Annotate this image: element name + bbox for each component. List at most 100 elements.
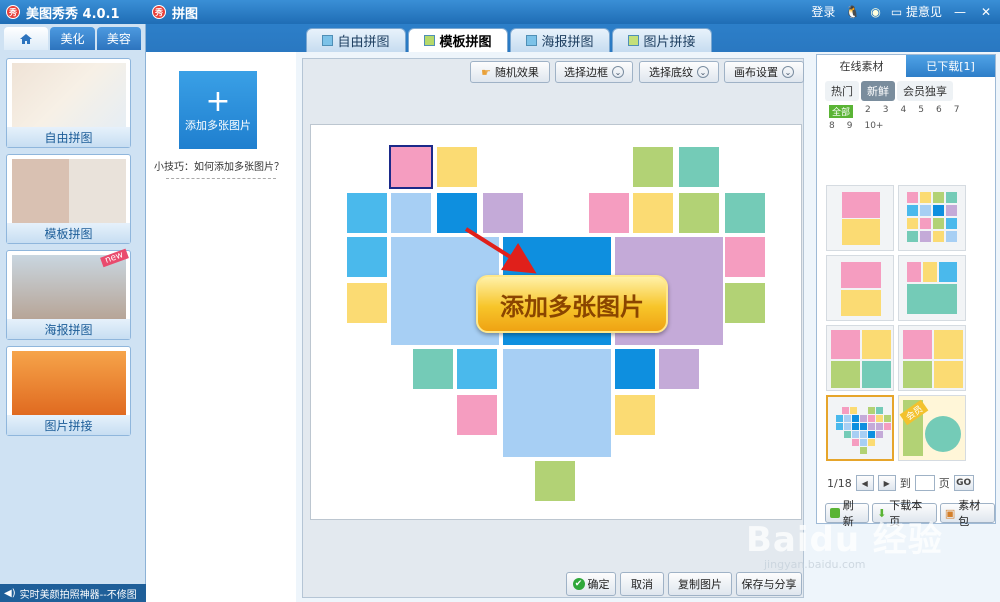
- collage-canvas[interactable]: 添加多张图片: [310, 124, 802, 520]
- mosaic-thumbnail-cell: [907, 205, 918, 216]
- tab-poster-collage[interactable]: 海报拼图: [510, 28, 610, 52]
- template-tile[interactable]: 会员: [898, 395, 966, 461]
- mosaic-thumbnail-cell: [946, 205, 957, 216]
- copy-image-button[interactable]: 复制图片: [668, 572, 732, 596]
- page-indicator: 1/18: [827, 476, 852, 490]
- bottom-actions: ✔ 确定 取消 复制图片 保存与分享: [564, 572, 804, 598]
- mosaic-thumbnail-cell: [920, 218, 931, 229]
- image-stitch-icon: [628, 35, 640, 46]
- heart-thumbnail-cell: [844, 431, 851, 438]
- mosaic-thumbnail-cell: [907, 231, 918, 242]
- free-collage-thumbnail: [12, 63, 126, 127]
- random-effect-button[interactable]: ☛ 随机效果: [470, 61, 550, 83]
- filter-hot[interactable]: 热门: [825, 81, 859, 101]
- confirm-label: 确定: [587, 578, 610, 591]
- chat-icon: ▭: [890, 5, 903, 19]
- tab-label: 图片拼接: [643, 35, 696, 50]
- canvas-settings-dropdown[interactable]: 画布设置 ⌄: [724, 61, 804, 83]
- template-tile[interactable]: [898, 325, 966, 391]
- filter-fresh[interactable]: 新鲜: [861, 81, 895, 101]
- tab-downloaded[interactable]: 已下载[1]: [906, 55, 995, 77]
- add-images-button[interactable]: + 添加多张图片: [179, 71, 257, 149]
- count-filter-item[interactable]: 2: [865, 105, 871, 118]
- page-label: 页: [938, 477, 950, 490]
- qq-icon[interactable]: 🐧: [845, 5, 860, 19]
- heart-thumbnail-cell: [884, 415, 891, 422]
- close-button[interactable]: ✕: [978, 4, 994, 20]
- heart-thumbnail-cell: [868, 431, 875, 438]
- baidu-watermark-url: jingyan.baidu.com: [764, 558, 866, 571]
- tab-image-stitch[interactable]: 图片拼接: [612, 28, 712, 52]
- sidebar-card-poster-collage[interactable]: new 海报拼图: [6, 248, 131, 340]
- mosaic-thumbnail-cell: [907, 192, 918, 203]
- heart-thumbnail-cell: [842, 407, 849, 414]
- tab-online-materials[interactable]: 在线素材: [817, 55, 906, 77]
- select-border-label: 选择边框: [564, 66, 608, 79]
- select-texture-dropdown[interactable]: 选择底纹 ⌄: [639, 61, 719, 83]
- poster-collage-icon: [526, 35, 538, 46]
- template-tile[interactable]: [826, 325, 894, 391]
- filter-vip[interactable]: 会员独享: [897, 81, 953, 101]
- prev-page-button[interactable]: ◀: [855, 475, 874, 491]
- weibo-icon[interactable]: ◉: [870, 5, 880, 19]
- login-link[interactable]: 登录: [811, 3, 835, 20]
- heart-thumbnail-cell: [884, 423, 891, 430]
- heart-thumbnail-cell: [852, 415, 859, 422]
- canvas-settings-label: 画布设置: [734, 66, 778, 79]
- template-tile[interactable]: [826, 255, 894, 321]
- save-share-button[interactable]: 保存与分享: [736, 572, 802, 596]
- count-filter-item[interactable]: 4: [900, 105, 906, 118]
- tip-divider: [166, 178, 276, 179]
- mosaic-thumbnail-cell: [933, 231, 944, 242]
- goto-label: 到: [899, 477, 911, 490]
- select-border-dropdown[interactable]: 选择边框 ⌄: [555, 61, 633, 83]
- cancel-button[interactable]: 取消: [620, 572, 664, 596]
- material-panel: 在线素材 已下载[1] 热门 新鲜 会员独享 全部 2 3 4 5 6 7 8 9 10+: [816, 54, 996, 528]
- count-filter-item[interactable]: 全部: [829, 105, 854, 118]
- template-tile-selected[interactable]: [826, 395, 894, 461]
- count-filter-item[interactable]: 7: [954, 105, 960, 118]
- count-filter-item[interactable]: 5: [918, 105, 924, 118]
- sidebar-card-label: 模板拼图: [7, 223, 130, 243]
- go-button[interactable]: GO: [953, 475, 974, 491]
- heart-thumbnail-cell: [876, 423, 883, 430]
- sidebar-tab-beautify[interactable]: 美化: [50, 27, 95, 50]
- meitu-logo-icon: 秀: [152, 5, 166, 19]
- sidebar-card-image-stitch[interactable]: 图片拼接: [6, 346, 131, 436]
- sidebar-card-free-collage[interactable]: 自由拼图: [6, 58, 131, 148]
- minimize-button[interactable]: —: [952, 4, 968, 20]
- meitu-logo-icon: 秀: [6, 5, 20, 19]
- count-filter-item[interactable]: 10+: [864, 121, 883, 131]
- page-number-input[interactable]: [914, 475, 935, 491]
- next-page-button[interactable]: ▶: [877, 475, 896, 491]
- template-tile[interactable]: [898, 255, 966, 321]
- tab-template-collage[interactable]: 模板拼图: [408, 28, 508, 52]
- select-texture-label: 选择底纹: [649, 66, 693, 79]
- sidebar-tab-home[interactable]: [4, 27, 49, 50]
- template-tile[interactable]: [898, 185, 966, 251]
- sidebar-status-bar[interactable]: ◀) 实时美颜拍照神器--不修图: [0, 584, 146, 602]
- app-titlebar: 秀 美图秀秀 4.0.1: [0, 0, 146, 24]
- heart-thumbnail-cell: [844, 423, 851, 430]
- template-tile[interactable]: [826, 185, 894, 251]
- package-icon: ▣: [944, 506, 956, 520]
- heart-thumbnail-cell: [860, 415, 867, 422]
- count-filter-item[interactable]: 8: [829, 121, 835, 131]
- confirm-button[interactable]: ✔ 确定: [566, 572, 616, 596]
- tab-free-collage[interactable]: 自由拼图: [306, 28, 406, 52]
- collage-content: + 添加多张图片 小技巧：如何添加多张图片？ ☛ 随机效果 选择边框 ⌄ 选择底…: [146, 52, 1000, 602]
- add-images-cta-button[interactable]: 添加多张图片: [476, 275, 668, 333]
- count-filter-item[interactable]: 9: [847, 121, 853, 131]
- tab-label: 模板拼图: [439, 35, 492, 50]
- mosaic-thumbnail-cell: [946, 192, 957, 203]
- heart-thumbnail-cell: [860, 439, 867, 446]
- tip-link[interactable]: 小技巧：如何添加多张图片？: [154, 158, 289, 173]
- check-icon: ✔: [572, 578, 585, 590]
- count-filter-item[interactable]: 6: [936, 105, 942, 118]
- count-filter-item[interactable]: 3: [883, 105, 889, 118]
- material-pack-button[interactable]: ▣ 素材包: [939, 499, 995, 528]
- hand-pointer-icon: ☛: [481, 65, 491, 79]
- feedback-link[interactable]: ▭ 提意见: [891, 3, 942, 20]
- sidebar-card-template-collage[interactable]: 模板拼图: [6, 154, 131, 244]
- sidebar-tab-beauty[interactable]: 美容: [96, 27, 141, 50]
